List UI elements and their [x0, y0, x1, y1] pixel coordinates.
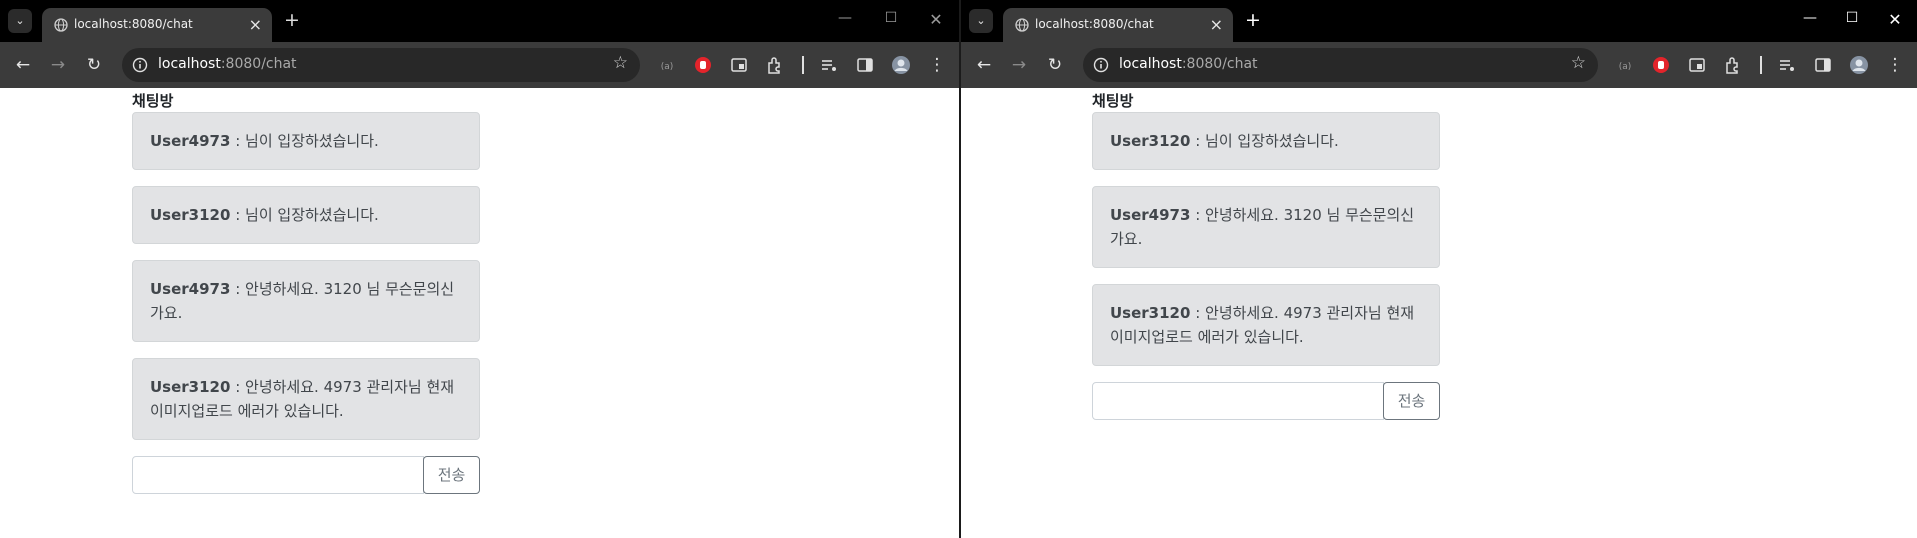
tab-strip: ⌄ localhost:8080/chat × + — ☐ ✕: [0, 0, 959, 42]
site-info-icon[interactable]: [1093, 57, 1109, 73]
svg-text:(a): (a): [661, 62, 674, 72]
extension-icon[interactable]: [1686, 54, 1708, 76]
chat-message: User4973 : 안녕하세요. 3120 님 무슨문의신가요.: [1092, 186, 1440, 268]
message-separator: :: [1190, 304, 1206, 322]
extension-icon[interactable]: [764, 54, 786, 76]
reload-icon[interactable]: ↻: [83, 54, 105, 76]
side-panel-icon[interactable]: [1812, 54, 1834, 76]
bookmark-star-icon[interactable]: ☆: [1571, 53, 1586, 73]
close-window-icon[interactable]: ✕: [1886, 10, 1904, 29]
desktop: ⌄ localhost:8080/chat × + — ☐ ✕ ← → ↻ lo…: [0, 0, 1917, 538]
tab-title: localhost:8080/chat: [74, 17, 193, 31]
globe-icon: [1015, 18, 1029, 32]
reload-icon[interactable]: ↻: [1044, 54, 1066, 76]
message-user: User4973: [150, 280, 231, 298]
message-user: User3120: [150, 206, 231, 224]
page-title: 채팅방: [132, 92, 174, 110]
extension-icon[interactable]: [1722, 54, 1744, 76]
forward-icon[interactable]: →: [47, 54, 69, 76]
media-control-icon[interactable]: [818, 54, 840, 76]
message-input-group: 전송: [1092, 382, 1440, 420]
message-input-group: 전송: [132, 456, 480, 494]
message-user: User4973: [1110, 206, 1191, 224]
new-tab-icon[interactable]: +: [1245, 10, 1261, 30]
extension-icon[interactable]: (a): [656, 54, 678, 76]
minimize-icon[interactable]: —: [836, 10, 854, 26]
address-bar[interactable]: localhost:8080/chat ☆: [1083, 48, 1598, 82]
message-user: User4973: [150, 132, 231, 150]
minimize-icon[interactable]: —: [1801, 10, 1819, 26]
message-separator: :: [230, 132, 246, 150]
chat-message: User4973 : 안녕하세요. 3120 님 무슨문의신가요.: [132, 260, 480, 342]
close-icon[interactable]: ×: [249, 15, 262, 34]
chat-message: User4973 : 님이 입장하셨습니다.: [132, 112, 480, 170]
media-control-icon[interactable]: [1776, 54, 1798, 76]
chat-message: User3120 : 안녕하세요. 4973 관리자님 현재 이미지업로드 에러…: [132, 358, 480, 440]
url-text: localhost:8080/chat: [158, 56, 297, 72]
message-separator: :: [230, 280, 246, 298]
browser-tab[interactable]: localhost:8080/chat ×: [1003, 8, 1233, 42]
toolbar-separator: [802, 56, 804, 74]
browser-window-right: ⌄ localhost:8080/chat × + — ☐ ✕ ← → ↻ lo…: [961, 0, 1917, 538]
svg-text:(a): (a): [1619, 62, 1632, 72]
page-content: 채팅방 User4973 : 님이 입장하셨습니다. User3120 : 님이…: [0, 88, 959, 538]
chat-message: User3120 : 님이 입장하셨습니다.: [1092, 112, 1440, 170]
back-icon[interactable]: ←: [973, 54, 995, 76]
back-icon[interactable]: ←: [12, 54, 34, 76]
profile-avatar-icon[interactable]: [890, 54, 912, 76]
extension-icon[interactable]: [692, 54, 714, 76]
toolbar-separator: [1760, 56, 1762, 74]
maximize-icon[interactable]: ☐: [1843, 10, 1861, 26]
page-content: 채팅방 User3120 : 님이 입장하셨습니다. User4973 : 안녕…: [961, 88, 1917, 538]
message-user: User3120: [150, 378, 231, 396]
browser-tab[interactable]: localhost:8080/chat ×: [42, 8, 272, 42]
message-separator: :: [1190, 132, 1206, 150]
profile-avatar-icon[interactable]: [1848, 54, 1870, 76]
extension-icon[interactable]: [728, 54, 750, 76]
message-separator: :: [230, 206, 246, 224]
extension-icon[interactable]: (a): [1614, 54, 1636, 76]
chat-message: User3120 : 안녕하세요. 4973 관리자님 현재 이미지업로드 에러…: [1092, 284, 1440, 366]
menu-icon[interactable]: ⋮: [1884, 54, 1906, 76]
send-button[interactable]: 전송: [1383, 382, 1440, 420]
message-text: 님이 입장하셨습니다.: [1205, 132, 1339, 150]
extension-icon[interactable]: [1650, 54, 1672, 76]
browser-toolbar: ← → ↻ localhost:8080/chat ☆ (a) ⋮: [0, 42, 959, 88]
tab-list-icon[interactable]: ⌄: [8, 9, 32, 33]
browser-window-left: ⌄ localhost:8080/chat × + — ☐ ✕ ← → ↻ lo…: [0, 0, 959, 538]
site-info-icon[interactable]: [132, 57, 148, 73]
tab-list-icon[interactable]: ⌄: [969, 9, 993, 33]
chat-message: User3120 : 님이 입장하셨습니다.: [132, 186, 480, 244]
page-title: 채팅방: [1092, 92, 1134, 110]
tab-title: localhost:8080/chat: [1035, 17, 1154, 31]
close-icon[interactable]: ×: [1210, 15, 1223, 34]
message-input[interactable]: [132, 456, 424, 494]
address-bar[interactable]: localhost:8080/chat ☆: [122, 48, 640, 82]
globe-icon: [54, 18, 68, 32]
bookmark-star-icon[interactable]: ☆: [613, 53, 628, 73]
menu-icon[interactable]: ⋮: [926, 54, 948, 76]
message-input[interactable]: [1092, 382, 1384, 420]
browser-toolbar: ← → ↻ localhost:8080/chat ☆ (a) ⋮: [961, 42, 1917, 88]
maximize-icon[interactable]: ☐: [882, 10, 900, 26]
forward-icon[interactable]: →: [1008, 54, 1030, 76]
message-separator: :: [1190, 206, 1206, 224]
tab-strip: ⌄ localhost:8080/chat × + — ☐ ✕: [961, 0, 1917, 42]
message-separator: :: [230, 378, 246, 396]
side-panel-icon[interactable]: [854, 54, 876, 76]
message-user: User3120: [1110, 132, 1191, 150]
new-tab-icon[interactable]: +: [284, 10, 300, 30]
send-button[interactable]: 전송: [423, 456, 480, 494]
url-text: localhost:8080/chat: [1119, 56, 1258, 72]
close-window-icon[interactable]: ✕: [927, 10, 945, 29]
message-user: User3120: [1110, 304, 1191, 322]
message-text: 님이 입장하셨습니다.: [245, 132, 379, 150]
message-text: 님이 입장하셨습니다.: [245, 206, 379, 224]
